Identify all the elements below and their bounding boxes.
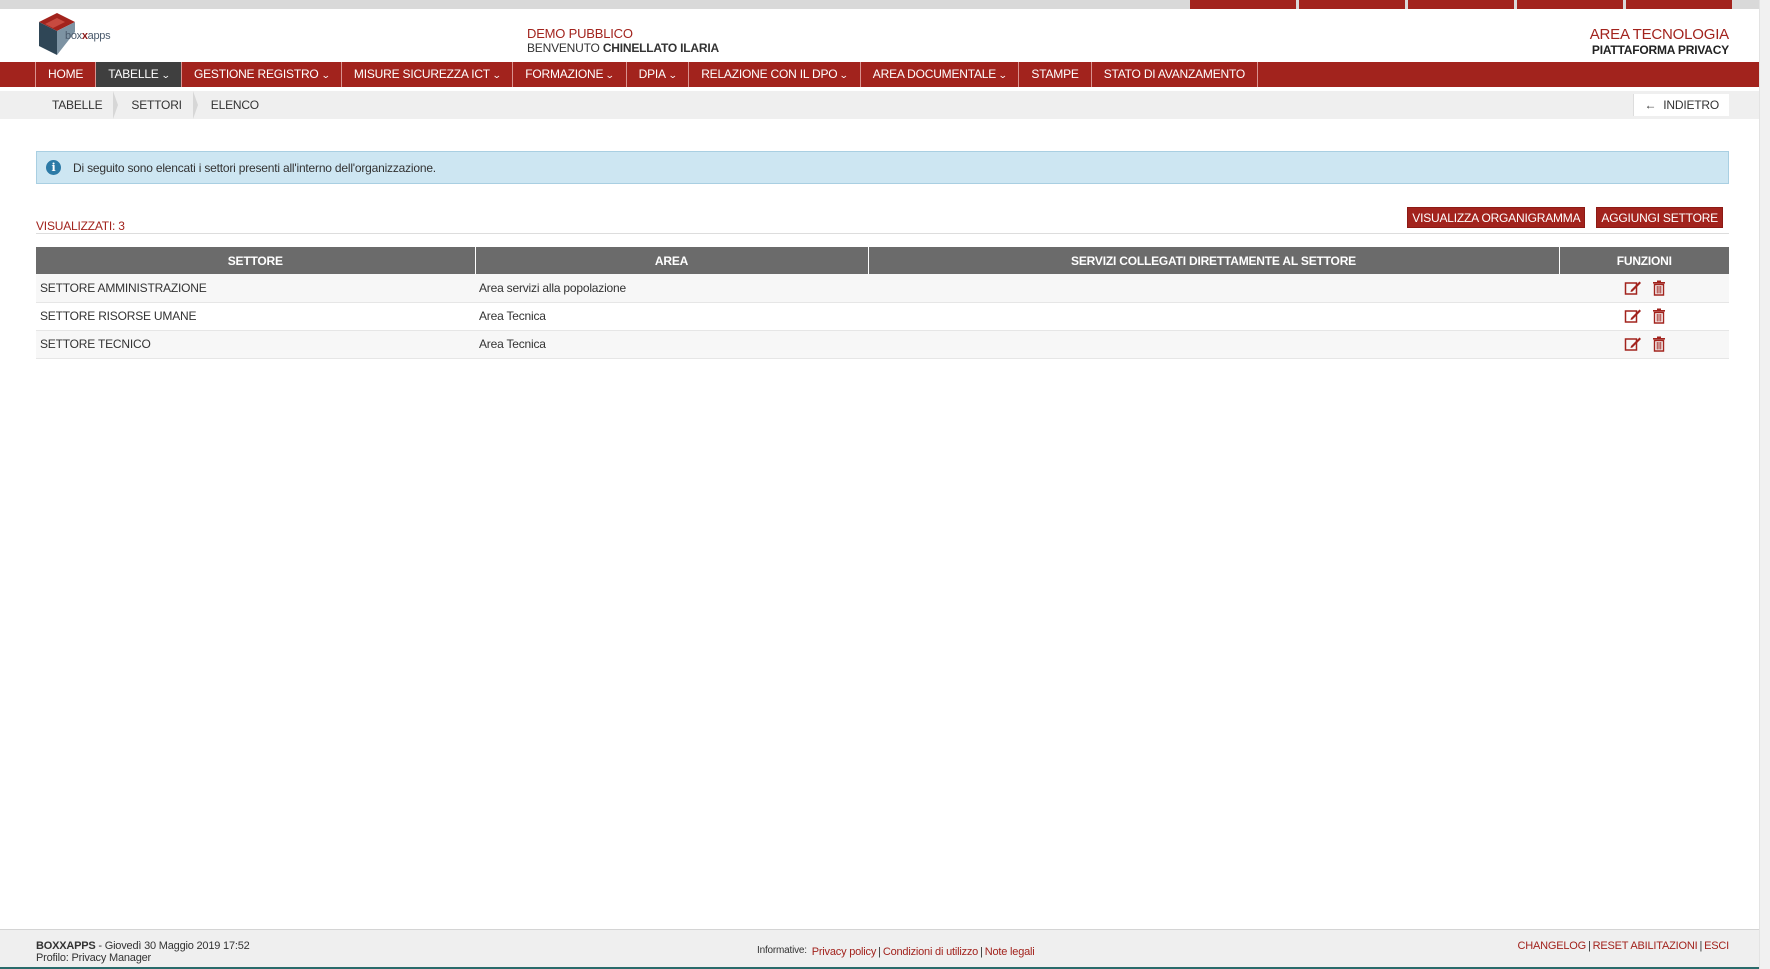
cell-settore: SETTORE AMMINISTRAZIONE bbox=[36, 274, 475, 303]
footer-profile: Profilo: Privacy Manager bbox=[36, 952, 152, 964]
top-tab[interactable] bbox=[1299, 0, 1405, 9]
breadcrumb-items: TABELLE SETTORI ELENCO bbox=[35, 91, 271, 119]
cell-area: Area Tecnica bbox=[475, 330, 868, 359]
view-org-chart-button[interactable]: VISUALIZZA ORGANIGRAMMA bbox=[1407, 207, 1586, 228]
footer-datetime: - Giovedì 30 Maggio 2019 17:52 bbox=[98, 940, 250, 952]
nav-area-documentale[interactable]: AREA DOCUMENTALE ⌄ bbox=[861, 62, 1020, 87]
chevron-down-icon: ⌄ bbox=[320, 70, 331, 80]
info-icon: i bbox=[46, 160, 61, 175]
informative-label: Informative: bbox=[757, 945, 807, 956]
main-menu: HOME TABELLE ⌄ GESTIONE REGISTRO ⌄ MISURE … bbox=[35, 62, 1259, 87]
footer-session-info: BOXXAPPS - Giovedì 30 Maggio 2019 17:52 … bbox=[36, 940, 250, 964]
record-count: VISUALIZZATI: 3 bbox=[36, 219, 125, 233]
table-row: SETTORE AMMINISTRAZIONE Area servizi all… bbox=[36, 274, 1729, 303]
arrow-left-icon: ← bbox=[1644, 98, 1657, 112]
add-sector-button[interactable]: AGGIUNGI SETTORE bbox=[1596, 207, 1723, 228]
chevron-down-icon: ⌄ bbox=[839, 70, 849, 80]
cell-servizi bbox=[868, 302, 1559, 331]
trash-icon[interactable] bbox=[1650, 308, 1668, 324]
top-strip bbox=[0, 0, 1770, 9]
nav-gestione-registro[interactable]: GESTIONE REGISTRO ⌄ bbox=[182, 62, 342, 87]
page-footer: BOXXAPPS - Giovedì 30 Maggio 2019 17:52 … bbox=[0, 929, 1759, 969]
top-tab[interactable] bbox=[1190, 0, 1296, 9]
edit-icon[interactable] bbox=[1624, 280, 1642, 296]
link-changelog[interactable]: CHANGELOG bbox=[1517, 940, 1586, 952]
table-row: SETTORE RISORSE UMANE Area Tecnica bbox=[36, 302, 1729, 331]
nav-stampe[interactable]: STAMPE bbox=[1019, 62, 1092, 87]
link-note-legali[interactable]: Note legali bbox=[985, 946, 1035, 958]
cell-funzioni bbox=[1559, 330, 1729, 359]
nav-tabelle[interactable]: TABELLE ⌄ bbox=[96, 62, 182, 87]
logo-text: boxxapps bbox=[65, 30, 111, 42]
platform-name: PIATTAFORMA PRIVACY bbox=[1591, 43, 1729, 57]
area-title: AREA TECNOLOGIA bbox=[1589, 26, 1729, 43]
trash-icon[interactable] bbox=[1650, 336, 1668, 352]
column-header-funzioni: FUNZIONI bbox=[1559, 247, 1729, 274]
top-tab[interactable] bbox=[1408, 0, 1514, 9]
area-info: AREA TECNOLOGIA PIATTAFORMA PRIVACY bbox=[1590, 26, 1729, 57]
info-alert: i Di seguito sono elencati i settori pre… bbox=[36, 151, 1729, 184]
chevron-down-icon: ⌄ bbox=[667, 70, 678, 80]
column-header-servizi[interactable]: SERVIZI COLLEGATI DIRETTAMENTE AL SETTOR… bbox=[868, 247, 1560, 274]
cell-funzioni bbox=[1559, 274, 1729, 303]
page-header: boxxapps DEMO PUBBLICO BENVENUTO CHINELL… bbox=[0, 9, 1759, 62]
column-header-settore[interactable]: SETTORE bbox=[36, 247, 476, 274]
back-button[interactable]: ← INDIETRO bbox=[1633, 94, 1729, 116]
link-esci[interactable]: ESCI bbox=[1704, 940, 1729, 952]
breadcrumb-settori[interactable]: SETTORI bbox=[114, 91, 199, 119]
chevron-down-icon: ⌄ bbox=[997, 70, 1008, 80]
footer-brand: BOXXAPPS bbox=[36, 940, 96, 952]
table-header-row: SETTORE AREA SERVIZI COLLEGATI DIRETTAME… bbox=[36, 247, 1729, 274]
action-buttons: VISUALIZZA ORGANIGRAMMA AGGIUNGI SETTORE bbox=[1407, 207, 1723, 228]
edit-icon[interactable] bbox=[1624, 308, 1642, 324]
footer-actions: CHANGELOG | RESET ABILITAZIONI | ESCI bbox=[1517, 940, 1729, 952]
breadcrumb-elenco: ELENCO bbox=[210, 98, 259, 112]
nav-dpia[interactable]: DPIA ⌄ bbox=[627, 62, 690, 87]
cell-settore: SETTORE TECNICO bbox=[36, 330, 475, 359]
trash-icon[interactable] bbox=[1650, 280, 1668, 296]
org-info: DEMO PUBBLICO BENVENUTO CHINELLATO ILARI… bbox=[527, 26, 719, 56]
cell-servizi bbox=[868, 274, 1559, 303]
top-tab[interactable] bbox=[1626, 0, 1732, 9]
chevron-down-icon: ⌄ bbox=[605, 70, 615, 80]
page-scrollbar[interactable] bbox=[1759, 0, 1770, 969]
nav-misure-sicurezza-ict[interactable]: MISURE SICUREZZA ICT ⌄ bbox=[342, 62, 514, 87]
top-tabs bbox=[1190, 0, 1732, 9]
nav-home[interactable]: HOME bbox=[35, 62, 97, 87]
chevron-down-icon: ⌄ bbox=[491, 70, 502, 80]
cell-area: Area Tecnica bbox=[475, 302, 868, 331]
link-condizioni-utilizzo[interactable]: Condizioni di utilizzo bbox=[883, 946, 978, 958]
table-row: SETTORE TECNICO Area Tecnica bbox=[36, 330, 1729, 359]
nav-formazione[interactable]: FORMAZIONE ⌄ bbox=[513, 62, 627, 87]
top-tab[interactable] bbox=[1517, 0, 1623, 9]
breadcrumb-tabelle[interactable]: TABELLE bbox=[35, 91, 119, 119]
chevron-down-icon: ⌄ bbox=[160, 70, 171, 80]
nav-stato-avanzamento[interactable]: STATO DI AVANZAMENTO bbox=[1092, 62, 1259, 87]
organization-name: DEMO PUBBLICO bbox=[527, 26, 633, 41]
cell-servizi bbox=[868, 330, 1559, 359]
alert-text: Di seguito sono elencati i settori prese… bbox=[73, 160, 436, 175]
column-header-area[interactable]: AREA bbox=[475, 247, 869, 274]
main-navbar: HOME TABELLE ⌄ GESTIONE REGISTRO ⌄ MISURE … bbox=[0, 62, 1759, 87]
link-privacy-policy[interactable]: Privacy policy bbox=[812, 946, 877, 958]
sectors-table: SETTORE AREA SERVIZI COLLEGATI DIRETTAME… bbox=[36, 247, 1729, 359]
list-toolbar: VISUALIZZATI: 3 VISUALIZZA ORGANIGRAMMA A… bbox=[36, 207, 1729, 234]
welcome-text: BENVENUTO CHINELLATO ILARIA bbox=[527, 41, 719, 55]
link-reset-abilitazioni[interactable]: RESET ABILITAZIONI bbox=[1593, 940, 1698, 952]
footer-informative: Informative: Privacy policy | Condizioni d… bbox=[757, 945, 1035, 958]
breadcrumb: TABELLE SETTORI ELENCO ← INDIETRO bbox=[0, 91, 1759, 119]
nav-relazione-dpo[interactable]: RELAZIONE CON IL DPO ⌄ bbox=[689, 62, 861, 87]
cell-funzioni bbox=[1559, 302, 1729, 331]
user-name: CHINELLATO ILARIA bbox=[602, 41, 719, 55]
edit-icon[interactable] bbox=[1624, 336, 1642, 352]
cell-area: Area servizi alla popolazione bbox=[475, 274, 868, 303]
cell-settore: SETTORE RISORSE UMANE bbox=[36, 302, 475, 331]
